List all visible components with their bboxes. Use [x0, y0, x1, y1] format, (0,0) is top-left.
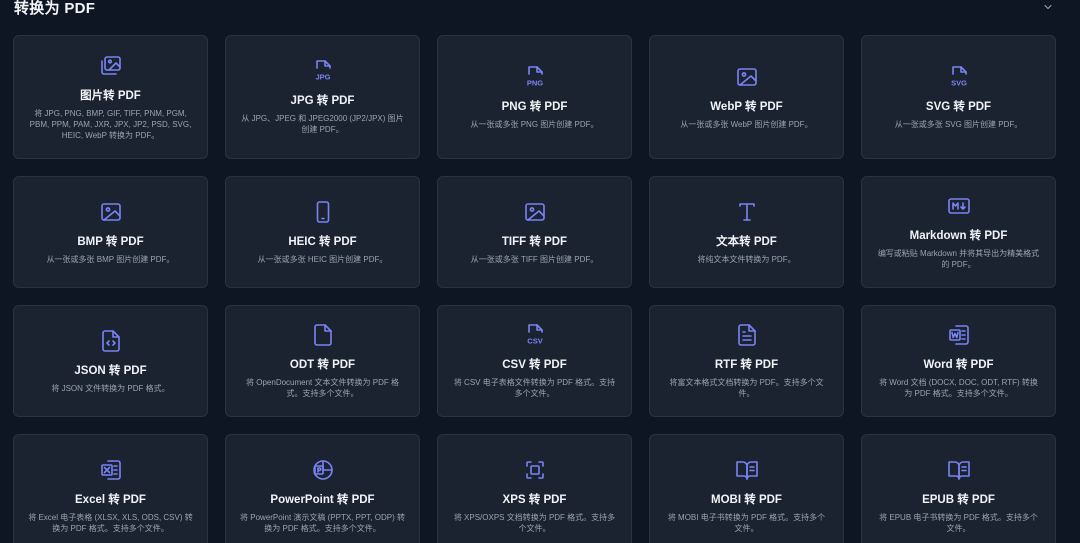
- tool-card-title: HEIC 转 PDF: [288, 235, 357, 248]
- tool-card-title: ODT 转 PDF: [289, 359, 356, 371]
- tool-card-description: 将 CSV 电子表格文件转换为 PDF 格式。支持多个文件。: [453, 378, 616, 398]
- tool-card-jpg-pdf[interactable]: JPG JPG 转 PDF 从 JPG、JPEG 和 JPEG2000 (JP2/J…: [225, 35, 420, 159]
- pdf-tools-page: 转换为 PDF 图片转 PDF 将 JPG, PNG, BMP, GIF, TIF…: [0, 0, 1080, 543]
- tool-card-title: RTF 转 PDF: [714, 359, 779, 371]
- section-title: 转换为 PDF: [14, 0, 96, 17]
- image-icon: [735, 65, 759, 89]
- scan-icon: [523, 458, 547, 482]
- markdown-icon: [947, 194, 971, 218]
- tool-card-title: PNG 转 PDF: [501, 100, 568, 113]
- tool-card-title: 图片转 PDF: [80, 89, 141, 102]
- svg-text:JPG: JPG: [315, 73, 330, 82]
- jpg-file-icon: JPG: [311, 59, 335, 83]
- tool-card-description: 将 EPUB 电子书转换为 PDF 格式。支持多个文件。: [879, 513, 1038, 533]
- book-open-icon: [735, 458, 759, 482]
- tool-card-rtf-pdf[interactable]: RTF 转 PDF 将富文本格式文档转换为 PDF。支持多个文件。: [649, 305, 844, 417]
- tool-card-description: 将纯文本文件转换为 PDF。: [697, 254, 796, 264]
- tool-card-title: 文本转 PDF: [716, 235, 777, 248]
- svg-text:CSV: CSV: [527, 337, 542, 346]
- tool-card-description: 从一张或多张 WebP 图片创建 PDF。: [680, 119, 813, 129]
- svg-file-icon: SVG: [947, 65, 971, 89]
- tool-card-mobi-pdf[interactable]: MOBI 转 PDF 将 MOBI 电子书转换为 PDF 格式。支持多个文件。: [649, 434, 844, 543]
- tool-card-description: 将 JSON 文件转换为 PDF 格式。: [51, 383, 170, 393]
- tool-card-heic-pdf[interactable]: HEIC 转 PDF 从一张或多张 HEIC 图片创建 PDF。: [225, 176, 420, 288]
- tool-card-description: 将富文本格式文档转换为 PDF。支持多个文件。: [669, 378, 824, 398]
- text-type-icon: [735, 200, 759, 224]
- tool-card-title: Markdown 转 PDF: [909, 230, 1008, 242]
- tool-card-title: BMP 转 PDF: [77, 235, 144, 248]
- tool-card-description: 将 Excel 电子表格 (XLSX, XLS, ODS, CSV) 转换为 P…: [28, 513, 193, 533]
- tool-card-odt-pdf[interactable]: ODT 转 PDF 将 OpenDocument 文本文件转换为 PDF 格式。支…: [225, 305, 420, 417]
- image-icon: [523, 200, 547, 224]
- tool-card-csv-pdf[interactable]: CSV CSV 转 PDF 将 CSV 电子表格文件转换为 PDF 格式。支持多个文…: [437, 305, 632, 417]
- tool-card-title: JSON 转 PDF: [74, 364, 147, 377]
- tool-card-description: 从一张或多张 HEIC 图片创建 PDF。: [257, 254, 388, 264]
- svg-text:SVG: SVG: [951, 78, 967, 87]
- tool-card-description: 从一张或多张 BMP 图片创建 PDF。: [46, 254, 175, 264]
- png-file-icon: PNG: [523, 65, 547, 89]
- tool-card-markdown-pdf[interactable]: Markdown 转 PDF 编写或粘贴 Markdown 并将其导出为精美格式的…: [861, 176, 1056, 288]
- tool-card-title: EPUB 转 PDF: [922, 494, 995, 506]
- tool-card-description: 将 MOBI 电子书转换为 PDF 格式。支持多个文件。: [667, 513, 826, 533]
- excel-file-icon: [99, 458, 123, 482]
- tool-card-title: Excel 转 PDF: [75, 494, 146, 506]
- word-file-icon: [947, 323, 971, 347]
- tool-card-description: 从一张或多张 SVG 图片创建 PDF。: [894, 119, 1023, 129]
- tool-card-title: TIFF 转 PDF: [501, 235, 568, 248]
- code-file-icon: [99, 329, 123, 353]
- tool-card-webp-pdf[interactable]: WebP 转 PDF 从一张或多张 WebP 图片创建 PDF。: [649, 35, 844, 159]
- book-open-icon: [947, 458, 971, 482]
- images-icon: [99, 54, 123, 78]
- tool-card-description: 将 JPG, PNG, BMP, GIF, TIFF, PNM, PGM, PB…: [29, 108, 192, 140]
- tool-card-title: Word 转 PDF: [923, 359, 994, 371]
- tool-card-title: CSV 转 PDF: [502, 359, 567, 371]
- tool-card-title: XPS 转 PDF: [502, 494, 567, 506]
- tool-card-excel-pdf[interactable]: Excel 转 PDF 将 Excel 电子表格 (XLSX, XLS, ODS,…: [13, 434, 208, 543]
- tool-card-word-pdf[interactable]: Word 转 PDF 将 Word 文档 (DOCX, DOC, ODT, RTF…: [861, 305, 1056, 417]
- tool-card-description: 将 PowerPoint 演示文稿 (PPTX, PPT, ODP) 转换为 P…: [240, 513, 405, 533]
- tool-card-description: 将 OpenDocument 文本文件转换为 PDF 格式。支持多个文件。: [246, 378, 399, 398]
- tool-card-pdf[interactable]: 图片转 PDF 将 JPG, PNG, BMP, GIF, TIFF, PNM, …: [13, 35, 208, 159]
- smartphone-icon: [311, 200, 335, 224]
- csv-file-icon: CSV: [523, 323, 547, 347]
- tool-card-title: SVG 转 PDF: [925, 100, 992, 113]
- tool-card-xps-pdf[interactable]: XPS 转 PDF 将 XPS/OXPS 文档转换为 PDF 格式。支持多个文件。: [437, 434, 632, 543]
- tool-card-description: 从 JPG、JPEG 和 JPEG2000 (JP2/JPX) 图片创建 PDF…: [241, 114, 404, 134]
- tool-card-title: JPG 转 PDF: [290, 95, 355, 107]
- image-icon: [99, 200, 123, 224]
- tool-card-svg-pdf[interactable]: SVG SVG 转 PDF 从一张或多张 SVG 图片创建 PDF。: [861, 35, 1056, 159]
- tool-card-description: 从一张或多张 PNG 图片创建 PDF。: [470, 119, 599, 129]
- tool-card-pdf[interactable]: 文本转 PDF 将纯文本文件转换为 PDF。: [649, 176, 844, 288]
- svg-text:PNG: PNG: [526, 78, 542, 87]
- tool-grid: 图片转 PDF 将 JPG, PNG, BMP, GIF, TIFF, PNM, …: [13, 35, 1056, 543]
- tool-card-powerpoint-pdf[interactable]: PowerPoint 转 PDF 将 PowerPoint 演示文稿 (PPTX,…: [225, 434, 420, 543]
- powerpoint-icon: [311, 458, 335, 482]
- document-icon: [311, 323, 335, 347]
- tool-card-title: MOBI 转 PDF: [711, 494, 782, 506]
- tool-card-bmp-pdf[interactable]: BMP 转 PDF 从一张或多张 BMP 图片创建 PDF。: [13, 176, 208, 288]
- tool-card-tiff-pdf[interactable]: TIFF 转 PDF 从一张或多张 TIFF 图片创建 PDF。: [437, 176, 632, 288]
- tool-card-description: 编写或粘贴 Markdown 并将其导出为精美格式的 PDF。: [877, 249, 1040, 269]
- tool-card-epub-pdf[interactable]: EPUB 转 PDF 将 EPUB 电子书转换为 PDF 格式。支持多个文件。: [861, 434, 1056, 543]
- text-file-icon: [735, 323, 759, 347]
- tool-card-description: 将 XPS/OXPS 文档转换为 PDF 格式。支持多个文件。: [453, 513, 616, 533]
- tool-card-json-pdf[interactable]: JSON 转 PDF 将 JSON 文件转换为 PDF 格式。: [13, 305, 208, 417]
- chevron-down-icon[interactable]: [1041, 0, 1055, 14]
- tool-card-title: PowerPoint 转 PDF: [270, 494, 375, 506]
- tool-card-png-pdf[interactable]: PNG PNG 转 PDF 从一张或多张 PNG 图片创建 PDF。: [437, 35, 632, 159]
- tool-card-title: WebP 转 PDF: [710, 100, 783, 113]
- tool-card-description: 从一张或多张 TIFF 图片创建 PDF。: [470, 254, 599, 264]
- tool-card-description: 将 Word 文档 (DOCX, DOC, ODT, RTF) 转换为 PDF …: [879, 378, 1038, 398]
- section-header[interactable]: 转换为 PDF: [0, 0, 1080, 20]
